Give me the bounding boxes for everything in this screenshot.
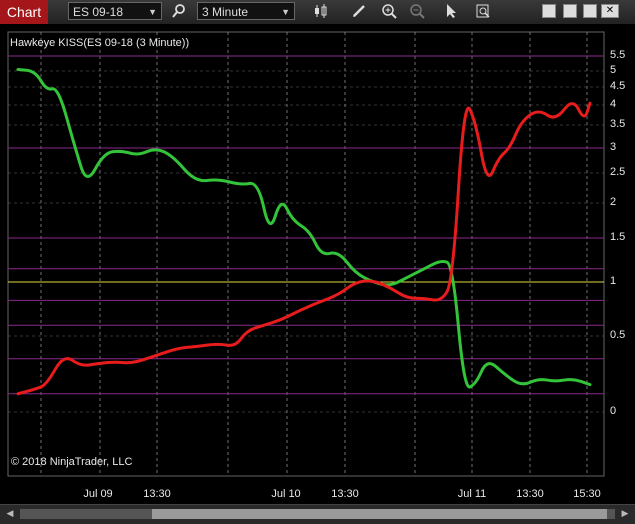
x-tick-label: 13:30	[143, 488, 171, 500]
x-tick-label: Jul 09	[83, 488, 113, 500]
close-button[interactable]: ✕	[601, 4, 619, 18]
data-box-icon[interactable]	[474, 3, 492, 21]
y-tick-label: 3	[610, 141, 617, 153]
indicator-label: Hawkeye KISS(ES 09-18 (3 Minute))	[10, 37, 190, 49]
search-icon[interactable]	[170, 3, 188, 21]
zoom-in-icon[interactable]	[380, 3, 398, 21]
scroll-thumb[interactable]	[152, 509, 607, 519]
x-tick-label: 13:30	[331, 488, 359, 500]
chart-toolbar: Chart ES 09-18 ▼ 3 Minute ▼ ✕	[0, 0, 635, 25]
chevron-down-icon: ▼	[281, 7, 290, 17]
x-tick-label: 15:30	[573, 488, 601, 500]
y-tick-label: 0	[610, 405, 617, 417]
chevron-down-icon: ▼	[148, 7, 157, 17]
chart-plot-area[interactable]	[0, 24, 635, 523]
y-tick-label: 5	[610, 64, 617, 76]
minimize-button[interactable]	[563, 4, 577, 18]
copyright-text: © 2018 NinjaTrader, LLC	[11, 456, 133, 468]
y-tick-label: 2	[610, 196, 617, 208]
pencil-icon[interactable]	[350, 3, 368, 21]
y-tick-label: 4.5	[610, 80, 626, 92]
y-tick-label: 3.5	[610, 118, 626, 130]
y-tick-label: 0.5	[610, 329, 626, 341]
x-tick-label: Jul 10	[271, 488, 301, 500]
restore-button[interactable]	[542, 4, 556, 18]
chart-background	[0, 24, 635, 523]
horizontal-scrollbar[interactable]: ◀ ▶	[0, 504, 635, 524]
y-tick-label: 4	[610, 98, 617, 110]
candlestick-icon[interactable]	[312, 3, 330, 21]
y-tick-label: 1.5	[610, 231, 626, 243]
scroll-left-icon[interactable]: ◀	[4, 508, 16, 520]
zoom-out-icon[interactable]	[408, 3, 426, 21]
y-tick-label: 1	[610, 275, 617, 287]
scroll-right-icon[interactable]: ▶	[619, 508, 631, 520]
interval-value: 3 Minute	[202, 5, 249, 19]
interval-dropdown[interactable]: 3 Minute ▼	[197, 2, 295, 20]
y-tick-label: 5.5	[610, 49, 626, 61]
x-tick-label: 13:30	[516, 488, 544, 500]
instrument-value: ES 09-18	[73, 5, 124, 19]
pointer-icon[interactable]	[442, 3, 460, 21]
x-tick-label: Jul 11	[457, 488, 487, 500]
chart-tab[interactable]: Chart	[0, 0, 48, 24]
instrument-dropdown[interactable]: ES 09-18 ▼	[68, 2, 162, 20]
maximize-button[interactable]	[583, 4, 597, 18]
chart-canvas	[0, 24, 635, 523]
y-tick-label: 2.5	[610, 166, 626, 178]
